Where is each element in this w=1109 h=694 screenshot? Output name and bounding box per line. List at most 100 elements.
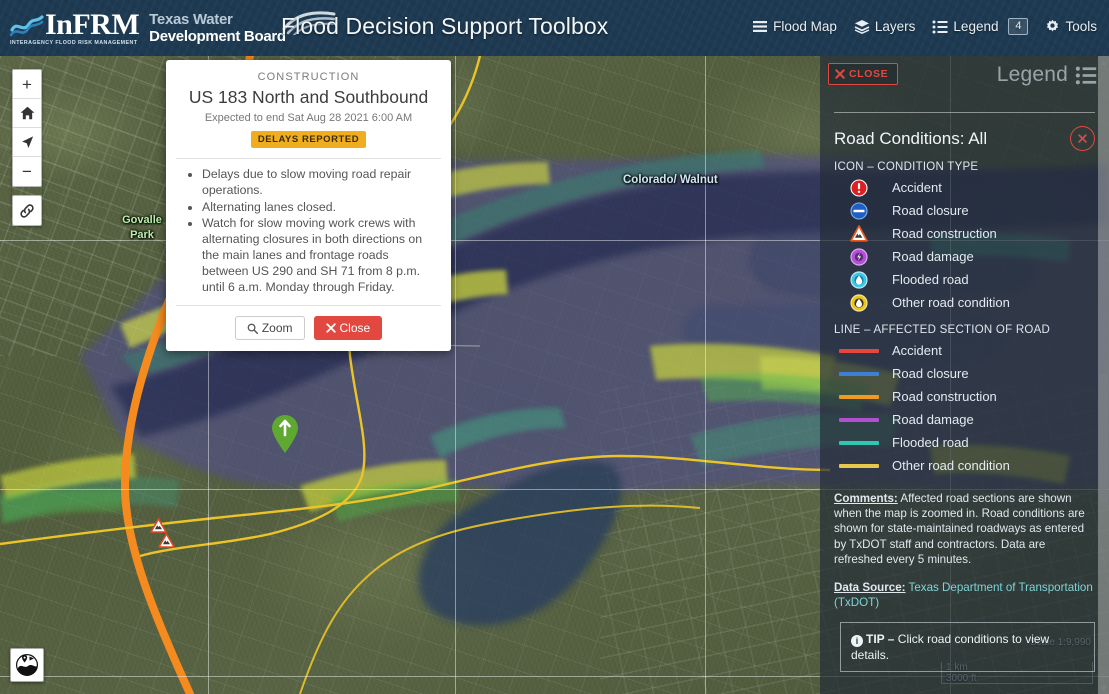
app-header: InFRM INTERAGENCY FLOOD RISK MANAGEMENT …	[0, 0, 1109, 56]
road-construction-marker-3[interactable]	[158, 533, 175, 548]
basemap-toggle-button[interactable]	[10, 648, 44, 682]
legend-line-row-road-construction: Road construction	[820, 385, 1109, 408]
legend-close-button[interactable]: CLOSE	[828, 63, 899, 85]
road-construction-line-swatch	[834, 394, 884, 399]
nav-label-layers: Layers	[874, 19, 916, 34]
legend-icon-section-heading: ICON – CONDITION TYPE	[834, 161, 979, 173]
legend-line-label: Flooded road	[892, 435, 969, 450]
zoom-out-button[interactable]: −	[13, 157, 41, 186]
legend-scroll-area: Road Conditions: All ICON – CONDITION TY…	[820, 112, 1109, 694]
nav-legend-badge: 4	[1008, 18, 1029, 35]
legend-icon-label: Road closure	[892, 203, 969, 218]
legend-comments: Comments: Affected road sections are sho…	[820, 477, 1109, 567]
road-construction-marker-2[interactable]	[150, 518, 167, 533]
accident-line-swatch	[834, 348, 884, 353]
legend-line-row-accident: Accident	[820, 339, 1109, 362]
accident-icon	[834, 178, 884, 197]
popup-body: Delays due to slow moving road repair op…	[176, 158, 441, 307]
legend-icon-row-accident: Accident	[820, 176, 1109, 199]
popup-zoom-label: Zoom	[261, 321, 293, 336]
popup-zoom-button[interactable]: Zoom	[234, 316, 305, 341]
twdb-logo-line1: Texas Water	[149, 11, 233, 28]
legend-icon-label: Other road condition	[892, 295, 1010, 310]
nav-item-legend[interactable]: Legend 4	[932, 18, 1029, 35]
map-toolbar: + −	[12, 69, 42, 226]
road-damage-icon	[834, 247, 884, 266]
legend-line-label: Road closure	[892, 366, 969, 381]
legend-icon-label: Road damage	[892, 249, 974, 264]
gear-icon	[1047, 19, 1059, 32]
other-road-condition-line-3	[299, 504, 701, 694]
legend-line-row-flooded-road: Flooded road	[820, 431, 1109, 454]
list-icon	[932, 20, 948, 33]
legend-scrollbar-thumb[interactable]	[1099, 374, 1108, 502]
legend-wordmark: Legend	[997, 63, 1097, 87]
share-link-button[interactable]	[13, 196, 41, 225]
flooded-road-icon	[834, 270, 884, 289]
legend-data-source: Data Source: Texas Department of Transpo…	[820, 567, 1109, 610]
road-closure-icon	[834, 201, 884, 220]
close-icon	[1078, 134, 1087, 143]
nav-item-flood-map[interactable]: Flood Map	[752, 19, 837, 34]
zoom-in-button[interactable]: +	[13, 70, 41, 99]
map-toolbar-group-1: + −	[12, 69, 42, 187]
layers-icon	[854, 20, 870, 34]
popup-footer: Zoom Close	[166, 306, 451, 351]
legend-icon-label: Road construction	[892, 226, 997, 241]
map-toolbar-group-2	[12, 195, 42, 226]
legend-line-row-other-road-condition: Other road condition	[820, 454, 1109, 477]
legend-tip-box: i TIP – Click road conditions to view det…	[840, 622, 1095, 673]
legend-icon-row-road-damage: Road damage	[820, 245, 1109, 268]
road-construction-icon	[834, 225, 884, 242]
list-item: Watch for slow moving work crews with al…	[202, 216, 437, 295]
road-condition-popup: CONSTRUCTION US 183 North and Southbound…	[166, 60, 451, 352]
zoom-in-label: +	[22, 74, 32, 94]
other-road-condition-line-swatch	[834, 463, 884, 468]
popup-bullet-list: Delays due to slow moving road repair op…	[176, 167, 437, 295]
road-closure-line-swatch	[834, 371, 884, 376]
page-title: Flood Decision Support Toolbox	[281, 13, 609, 39]
legend-line-label: Road construction	[892, 389, 997, 404]
header-nav: Flood Map Layers Legend 4 Tools	[752, 18, 1097, 35]
close-icon	[835, 69, 845, 79]
legend-line-row-road-damage: Road damage	[820, 408, 1109, 431]
scroll-up-icon[interactable]	[1098, 56, 1109, 68]
legend-line-label: Other road condition	[892, 458, 1010, 473]
other-road-condition-icon	[834, 293, 884, 312]
list-item: Alternating lanes closed.	[202, 200, 437, 216]
nav-item-layers[interactable]: Layers	[854, 19, 916, 34]
popup-title: US 183 North and Southbound	[188, 87, 429, 107]
legend-item-remove-button[interactable]	[1070, 126, 1095, 151]
location-pin-marker[interactable]	[270, 414, 300, 454]
list-item: Delays due to slow moving road repair op…	[202, 167, 437, 199]
legend-icon-label: Flooded road	[892, 272, 969, 287]
link-icon	[20, 203, 34, 218]
legend-close-label: CLOSE	[849, 68, 889, 80]
nav-label-legend: Legend	[953, 19, 999, 34]
locate-arrow-icon	[21, 135, 33, 148]
home-button[interactable]	[13, 99, 41, 128]
toolbar-separator	[12, 187, 42, 195]
road-damage-line-swatch	[834, 417, 884, 422]
legend-icon-row-other-road-condition: Other road condition	[820, 291, 1109, 314]
legend-line-section-heading: LINE – AFFECTED SECTION OF ROAD	[834, 324, 1051, 336]
legend-line-label: Accident	[892, 343, 942, 358]
infrm-logo-subtitle: INTERAGENCY FLOOD RISK MANAGEMENT	[10, 39, 138, 46]
legend-panel: CLOSE Legend Road Conditions: All ICON –	[820, 56, 1109, 694]
legend-line-row-road-closure: Road closure	[820, 362, 1109, 385]
twdb-logo-line2: Development Board	[149, 28, 286, 45]
popup-subtitle: Expected to end Sat Aug 28 2021 6:00 AM	[204, 112, 413, 124]
scroll-down-icon[interactable]	[1098, 682, 1109, 694]
nav-label-tools: Tools	[1065, 19, 1097, 34]
popup-status-badge: DELAYS REPORTED	[250, 131, 367, 148]
nav-item-tools[interactable]: Tools	[1045, 19, 1097, 34]
legend-scrollbar-track[interactable]	[1098, 56, 1109, 694]
layers-stack-icon	[753, 20, 768, 32]
legend-tip-label: TIP –	[866, 632, 898, 647]
locate-button[interactable]	[13, 128, 41, 157]
legend-icon-row-flooded-road: Flooded road	[820, 268, 1109, 291]
popup-close-button[interactable]: Close	[313, 316, 383, 341]
infrm-logo[interactable]: InFRM INTERAGENCY FLOOD RISK MANAGEMENT	[8, 0, 140, 56]
legend-icon-row-road-construction: Road construction	[820, 222, 1109, 245]
legend-icon-row-road-closure: Road closure	[820, 199, 1109, 222]
